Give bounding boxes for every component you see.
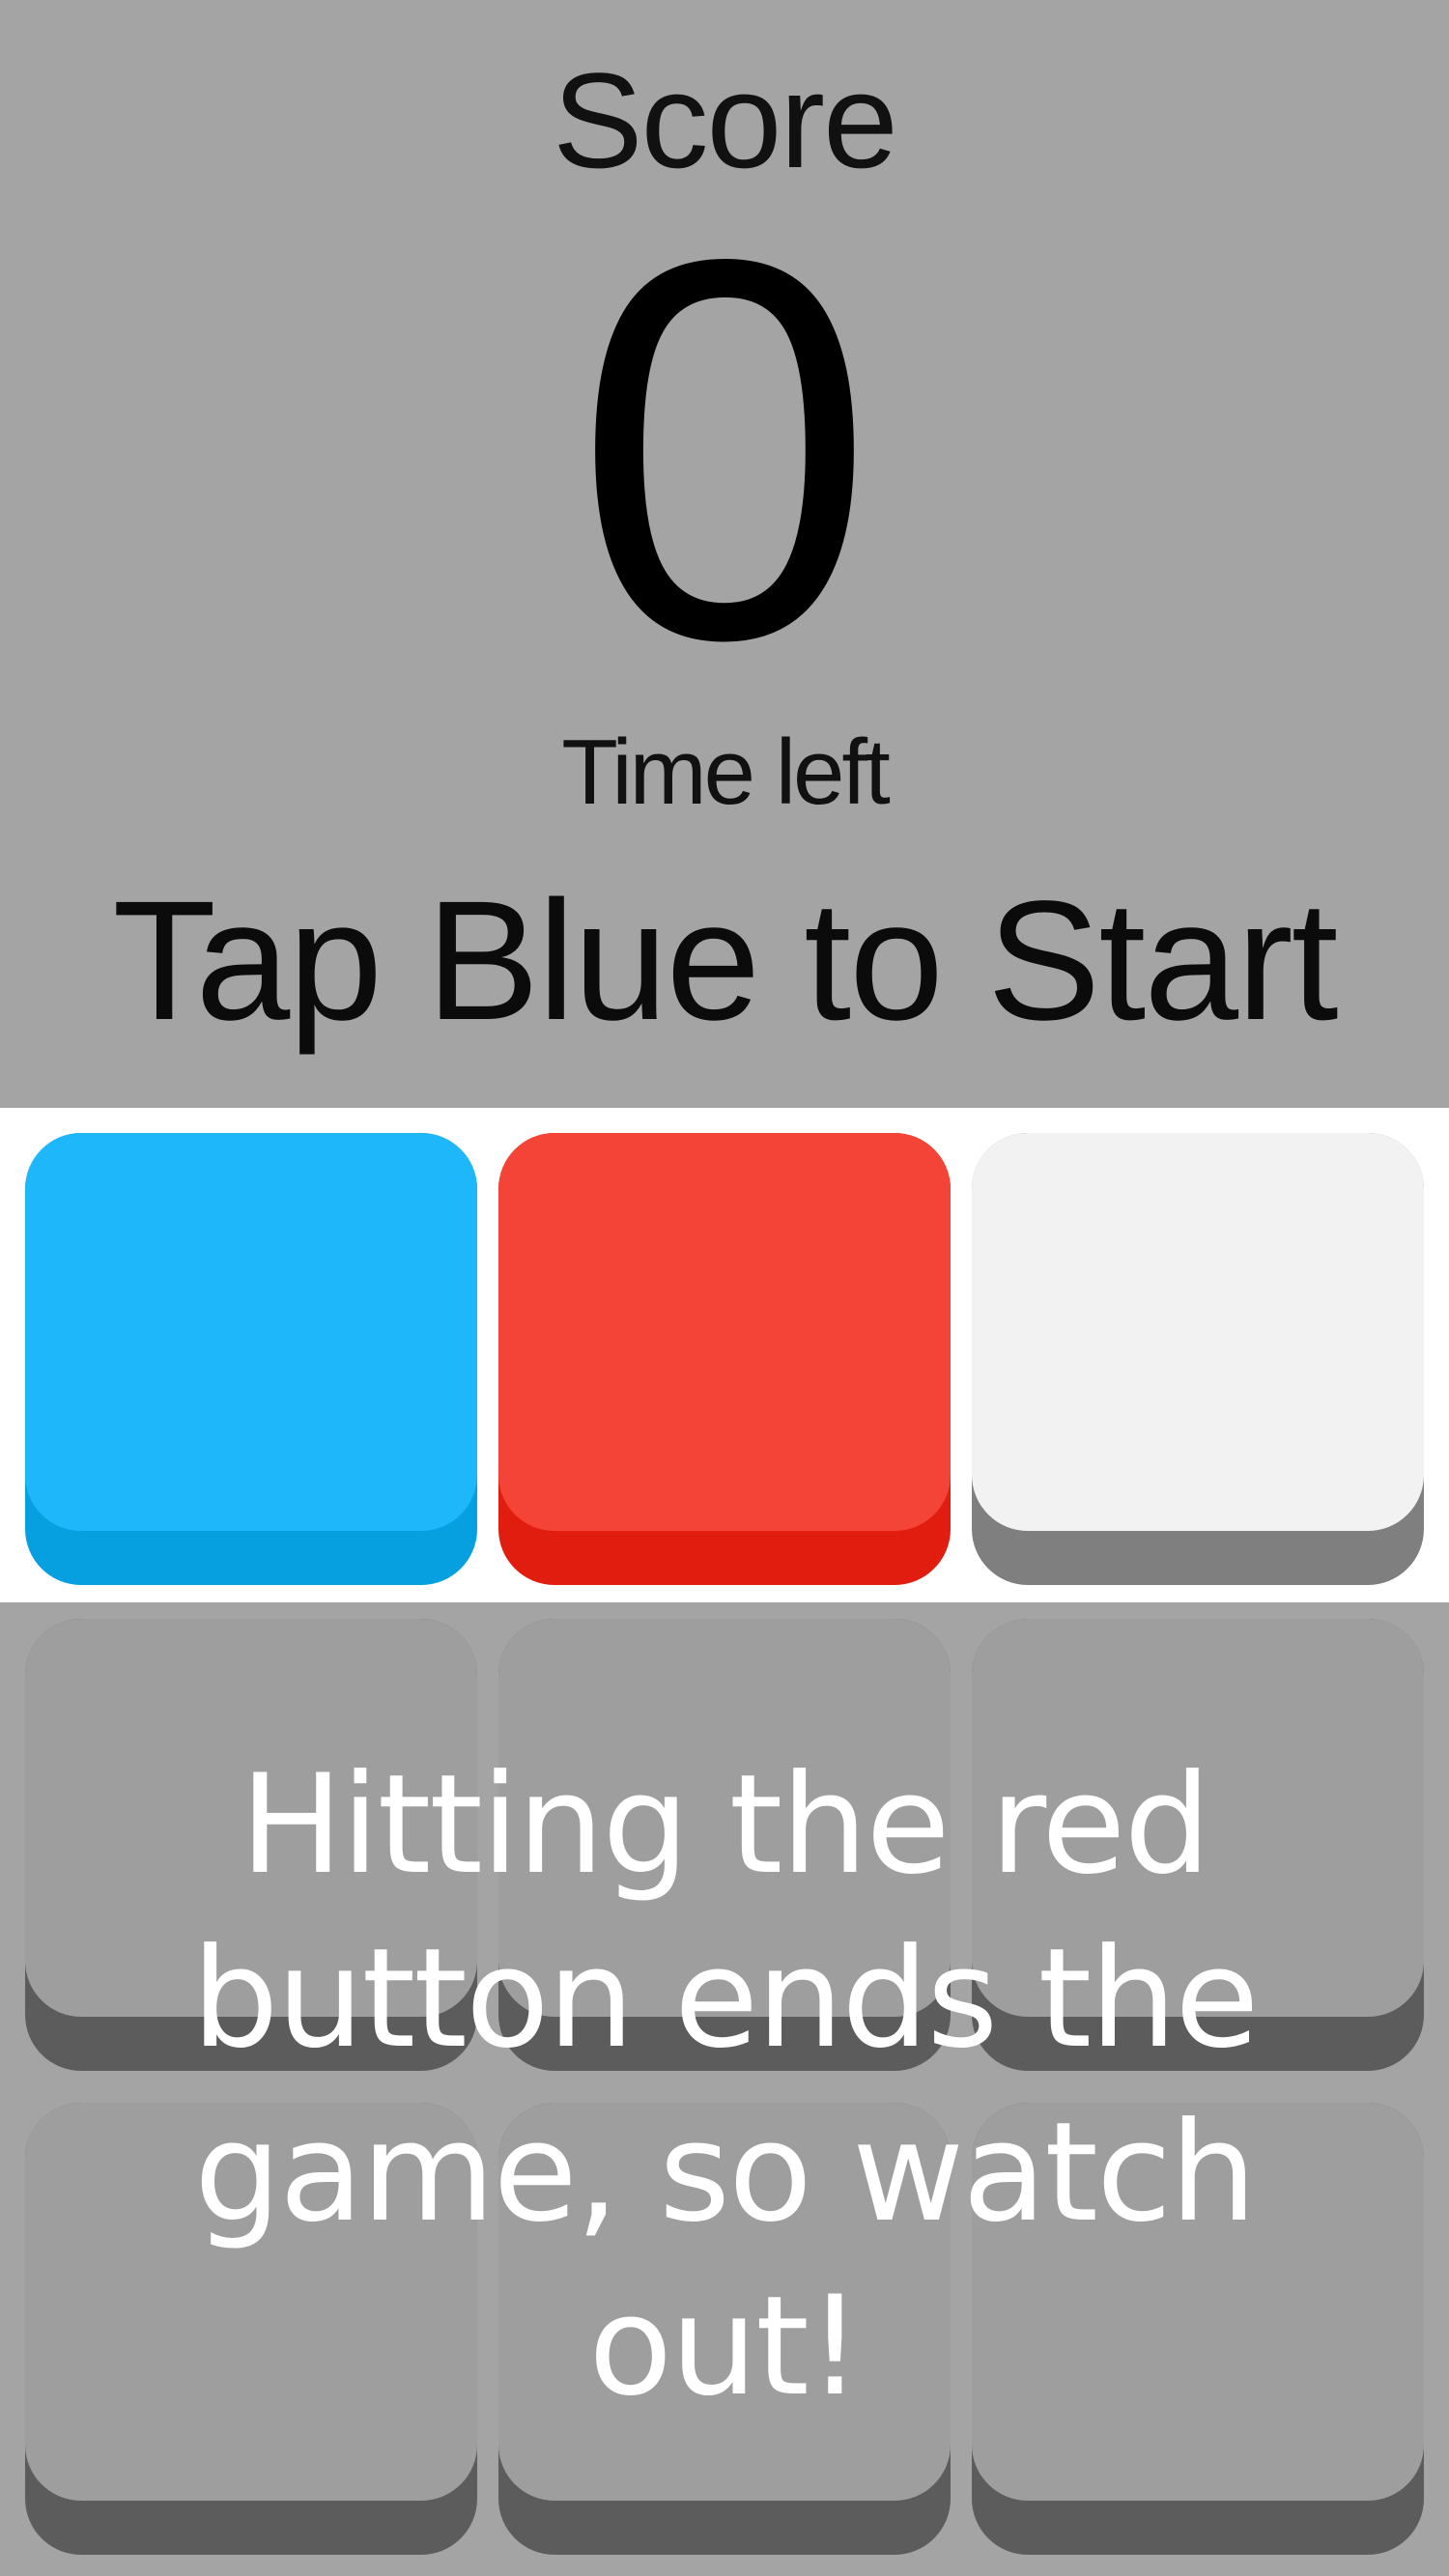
blue-tile-face [25, 1133, 477, 1531]
tutorial-hint: Hitting the red button ends the game, so… [191, 1745, 1259, 2426]
score-value: 0 [574, 147, 875, 751]
start-instruction: Tap Blue to Start [112, 866, 1338, 1056]
red-tile[interactable] [498, 1133, 951, 1585]
score-header: Score 0 Time left Tap Blue to Start [0, 0, 1449, 1108]
time-left-label: Time left [561, 721, 891, 824]
blue-tile[interactable] [25, 1133, 477, 1585]
red-tile-face [498, 1133, 951, 1531]
white-tile[interactable] [972, 1133, 1424, 1585]
white-tile-face [972, 1133, 1424, 1531]
